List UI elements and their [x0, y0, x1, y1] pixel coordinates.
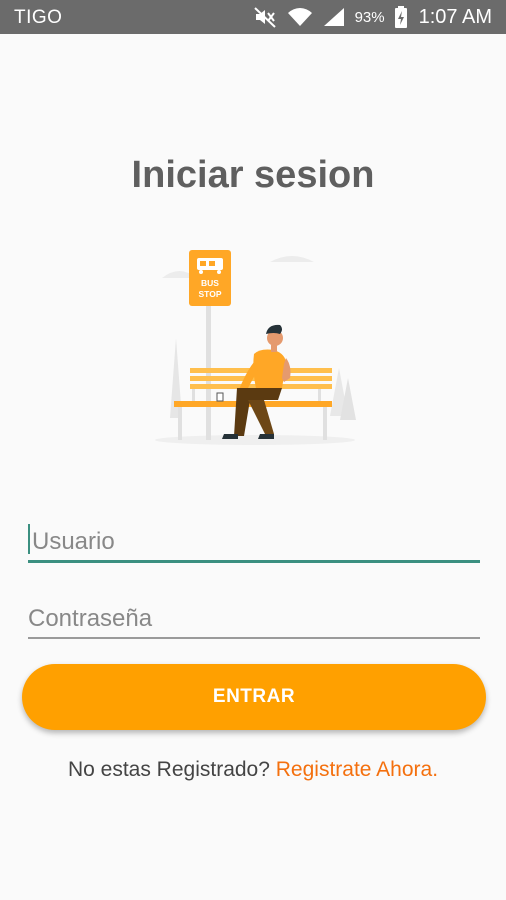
battery-percent: 93% — [354, 8, 385, 26]
battery-charging-icon — [394, 6, 407, 28]
signal-icon — [323, 7, 345, 27]
bus-stop-sign-line1: BUS — [201, 278, 219, 288]
page-title: Iniciar sesion — [131, 154, 375, 196]
status-bar: TIGO 93% 1:07 AM — [0, 0, 506, 34]
clock: 1:07 AM — [418, 5, 492, 28]
enter-button[interactable]: ENTRAR — [22, 664, 486, 730]
register-prompt: No estas Registrado? — [67, 758, 270, 781]
password-input[interactable] — [28, 597, 480, 641]
bus-stop-sign-line2: STOP — [199, 289, 222, 299]
register-prompt-row: No estas Registrado? Registrate Ahora. — [0, 758, 506, 782]
wifi-icon — [287, 7, 313, 27]
status-icons: 93% 1:07 AM — [253, 5, 492, 29]
carrier-label: TIGO — [14, 7, 63, 28]
mute-icon — [253, 6, 277, 28]
bus-stop-illustration: BUS STOP — [155, 250, 356, 445]
password-underline — [28, 637, 480, 639]
username-underline — [28, 560, 480, 563]
register-link[interactable]: Registrate Ahora. — [276, 758, 438, 781]
username-input[interactable] — [28, 520, 480, 564]
